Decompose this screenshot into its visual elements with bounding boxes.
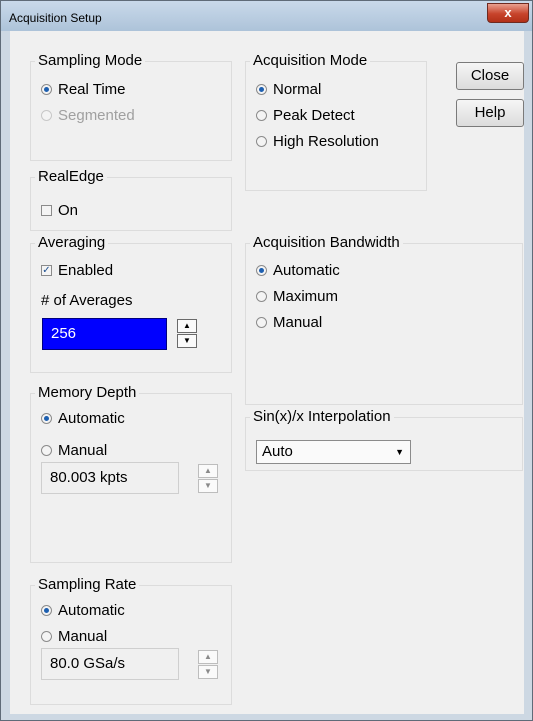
window-title: Acquisition Setup <box>9 11 102 25</box>
sampling-rate-automatic-radio[interactable]: Automatic <box>41 600 125 620</box>
acquisition-bandwidth-group: Acquisition Bandwidth Automatic Maximum … <box>245 234 523 405</box>
radio-selected-icon <box>41 604 52 616</box>
radio-label: Manual <box>58 627 108 645</box>
checkbox-label: On <box>58 201 79 219</box>
radio-selected-icon <box>256 264 267 276</box>
down-arrow-icon[interactable]: ▼ <box>177 334 197 348</box>
window-close-button[interactable]: x <box>487 3 529 23</box>
up-arrow-icon[interactable]: ▲ <box>198 464 218 478</box>
averaging-legend: Averaging <box>35 234 109 251</box>
checkbox-icon <box>41 204 52 216</box>
sampling-mode-segmented-radio[interactable]: Segmented <box>41 105 135 125</box>
radio-label: Maximum <box>273 287 339 305</box>
radio-icon <box>256 135 267 147</box>
realedge-group: RealEdge On <box>30 168 232 231</box>
sampling-rate-spinner[interactable]: ▲ ▼ <box>198 650 218 680</box>
radio-label: Automatic <box>58 601 125 619</box>
memory-depth-legend: Memory Depth <box>35 384 140 401</box>
checkbox-label: Enabled <box>58 261 114 279</box>
acquisition-mode-legend: Acquisition Mode <box>250 52 371 69</box>
bandwidth-maximum-radio[interactable]: Maximum <box>256 286 338 306</box>
memory-depth-manual-radio[interactable]: Manual <box>41 440 107 460</box>
averaging-enabled-checkbox[interactable]: ✓ Enabled <box>41 260 113 280</box>
memory-depth-value-field[interactable]: 80.003 kpts <box>41 462 179 494</box>
radio-label: Manual <box>58 441 108 459</box>
acquisition-mode-normal-radio[interactable]: Normal <box>256 79 321 99</box>
help-button[interactable]: Help <box>456 99 524 127</box>
radio-icon <box>41 109 52 121</box>
down-arrow-icon[interactable]: ▼ <box>198 479 218 493</box>
chevron-down-icon: ▼ <box>395 447 404 457</box>
acquisition-mode-high-resolution-radio[interactable]: High Resolution <box>256 131 379 151</box>
radio-selected-icon <box>256 83 267 95</box>
up-arrow-icon[interactable]: ▲ <box>177 319 197 333</box>
sampling-rate-group: Sampling Rate Automatic Manual 80.0 GSa/… <box>30 576 232 705</box>
down-arrow-icon[interactable]: ▼ <box>198 665 218 679</box>
radio-icon <box>256 109 267 121</box>
radio-label: Real Time <box>58 80 126 98</box>
title-bar[interactable]: Acquisition Setup x <box>1 1 532 31</box>
memory-depth-automatic-radio[interactable]: Automatic <box>41 408 125 428</box>
realedge-on-checkbox[interactable]: On <box>41 200 78 220</box>
radio-label: High Resolution <box>273 132 379 150</box>
radio-label: Normal <box>273 80 322 98</box>
bandwidth-automatic-radio[interactable]: Automatic <box>256 260 340 280</box>
realedge-legend: RealEdge <box>35 168 107 185</box>
sampling-rate-legend: Sampling Rate <box>35 576 140 593</box>
radio-icon <box>256 316 267 328</box>
averages-count-label: # of Averages <box>41 292 133 309</box>
acquisition-setup-dialog: Acquisition Setup x Sampling Mode Real T… <box>0 0 533 721</box>
radio-label: Peak Detect <box>273 106 355 124</box>
sampling-mode-legend: Sampling Mode <box>35 52 146 69</box>
acquisition-bandwidth-legend: Acquisition Bandwidth <box>250 234 403 251</box>
acquisition-mode-peak-detect-radio[interactable]: Peak Detect <box>256 105 355 125</box>
sampling-mode-group: Sampling Mode Real Time Segmented <box>30 52 232 161</box>
sampling-rate-value-field[interactable]: 80.0 GSa/s <box>41 648 179 680</box>
interpolation-legend: Sin(x)/x Interpolation <box>250 408 394 425</box>
memory-depth-group: Memory Depth Automatic Manual 80.003 kpt… <box>30 384 232 563</box>
sampling-mode-real-time-radio[interactable]: Real Time <box>41 79 126 99</box>
sampling-rate-manual-radio[interactable]: Manual <box>41 626 107 646</box>
acquisition-mode-group: Acquisition Mode Normal Peak Detect High… <box>245 52 427 191</box>
bandwidth-manual-radio[interactable]: Manual <box>256 312 322 332</box>
radio-label: Segmented <box>58 106 135 124</box>
averaging-group: Averaging ✓ Enabled # of Averages 256 ▲ … <box>30 234 232 373</box>
interpolation-selected-value: Auto <box>262 443 293 460</box>
radio-label: Automatic <box>58 409 125 427</box>
memory-depth-spinner[interactable]: ▲ ▼ <box>198 464 218 494</box>
radio-selected-icon <box>41 412 52 424</box>
radio-selected-icon <box>41 83 52 95</box>
up-arrow-icon[interactable]: ▲ <box>198 650 218 664</box>
radio-icon <box>256 290 267 302</box>
radio-label: Manual <box>273 313 323 331</box>
close-icon: x <box>504 5 512 20</box>
radio-label: Automatic <box>273 261 340 279</box>
close-button[interactable]: Close <box>456 62 524 90</box>
radio-icon <box>41 630 52 642</box>
averages-count-input[interactable]: 256 <box>42 318 167 350</box>
averages-count-spinner[interactable]: ▲ ▼ <box>177 319 197 349</box>
radio-icon <box>41 444 52 456</box>
checkmark-icon: ✓ <box>41 264 52 276</box>
interpolation-dropdown[interactable]: Auto ▼ <box>256 440 411 464</box>
dialog-client-area: Sampling Mode Real Time Segmented Acquis… <box>10 31 524 714</box>
interpolation-group: Sin(x)/x Interpolation Auto ▼ <box>245 408 523 471</box>
